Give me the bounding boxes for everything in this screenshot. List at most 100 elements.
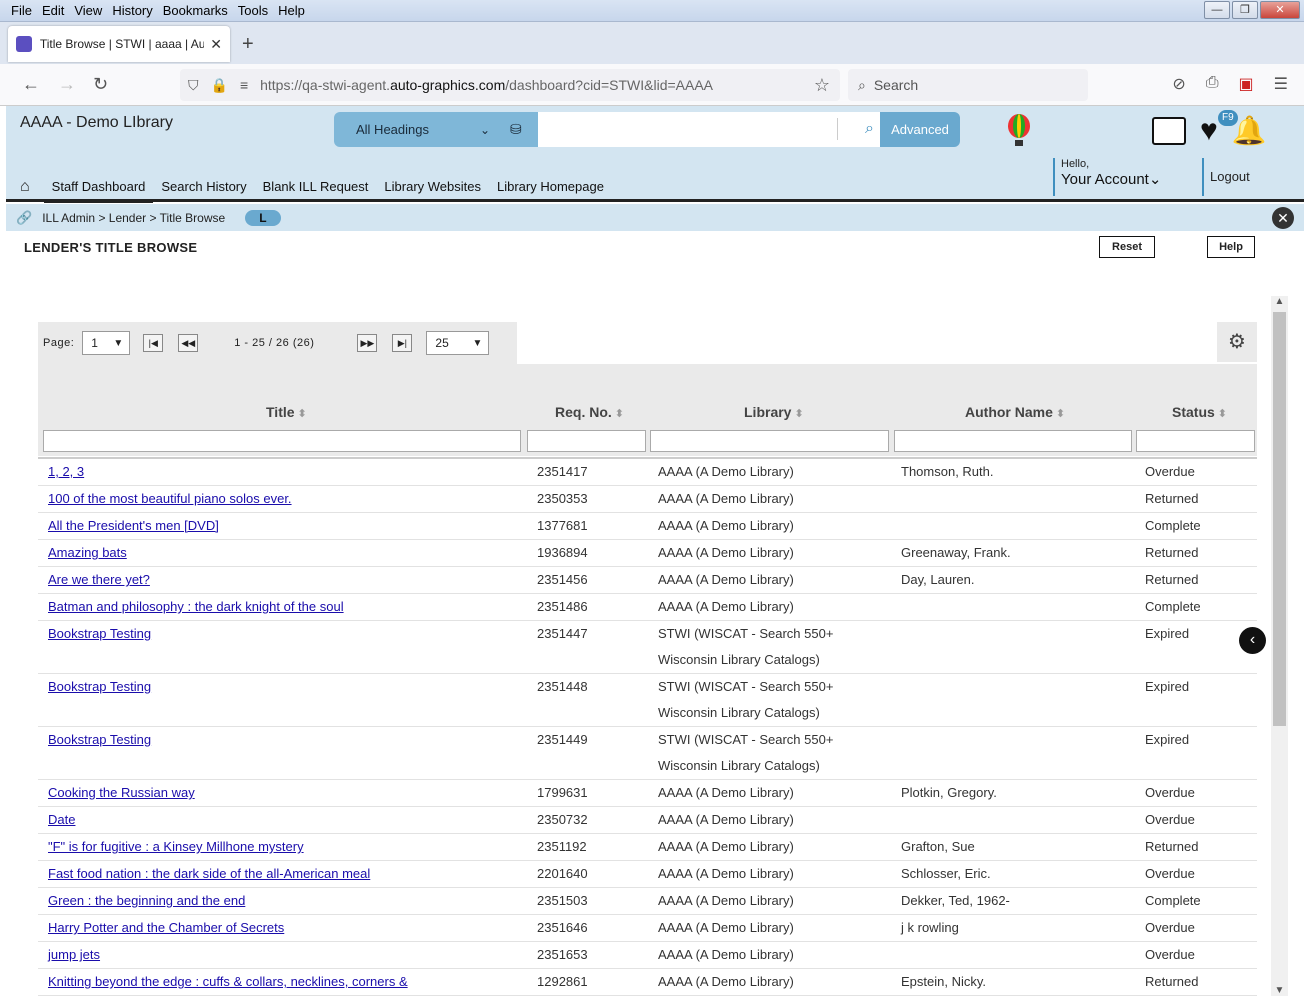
catalog-search-input[interactable]: ⌕ xyxy=(538,112,880,147)
row-title-link[interactable]: "F" is for fugitive : a Kinsey Millhone … xyxy=(48,834,304,860)
next-page-icon[interactable]: ▶▶ xyxy=(357,334,378,352)
menu-bookmarks[interactable]: Bookmarks xyxy=(158,2,233,19)
req-filter-input[interactable] xyxy=(527,430,646,452)
scroll-up-icon[interactable]: ▲ xyxy=(1271,296,1288,307)
hamburger-menu-icon[interactable]: ☰ xyxy=(1274,74,1288,94)
favorites-heart-icon[interactable]: ♥ F9 xyxy=(1200,109,1238,146)
row-library: AAAA (A Demo Library) xyxy=(658,947,794,962)
record-range: 1 - 25 / 26 (26) xyxy=(234,337,315,349)
row-title-link[interactable]: Bookstrap Testing xyxy=(48,674,151,700)
url-bar[interactable]: ⛉ 🔒 ≡ https://qa-stwi-agent. auto-graphic… xyxy=(180,69,840,101)
col-library-header[interactable]: Library ⬍ xyxy=(744,404,804,420)
window-close-button[interactable]: ✕ xyxy=(1260,1,1300,19)
row-title-link[interactable]: Bookstrap Testing xyxy=(48,727,151,753)
status-filter-input[interactable] xyxy=(1136,430,1255,452)
sort-icon[interactable]: ⬍ xyxy=(615,408,624,420)
row-title-link[interactable]: 1, 2, 3 xyxy=(48,459,84,485)
row-title-link[interactable]: Amazing bats xyxy=(48,540,127,566)
sort-icon[interactable]: ⬍ xyxy=(1218,408,1227,420)
title-filter-input[interactable] xyxy=(43,430,521,452)
help-button[interactable]: Help xyxy=(1207,236,1255,258)
extension-icon[interactable]: ▣ xyxy=(1239,74,1254,94)
restore-button[interactable]: ❐ xyxy=(1232,1,1258,19)
reset-button[interactable]: Reset xyxy=(1099,236,1155,258)
close-icon[interactable]: ✕ xyxy=(1272,207,1294,229)
lock-icon[interactable]: 🔒 xyxy=(211,77,228,94)
nav-staff-dashboard[interactable]: Staff Dashboard xyxy=(43,179,154,203)
col-title-header[interactable]: Title ⬍ xyxy=(266,404,307,420)
row-req-no: 2351503 xyxy=(537,893,588,908)
row-req-no: 1936894 xyxy=(537,545,588,560)
row-title-link[interactable]: Batman and philosophy : the dark knight … xyxy=(48,594,344,620)
pocket-icon[interactable]: ⊘ xyxy=(1172,74,1185,94)
browser-tab-active[interactable]: Title Browse | STWI | aaaa | Auto ✕ xyxy=(8,26,230,62)
search-icon[interactable]: ⌕ xyxy=(865,120,874,138)
menu-file[interactable]: File xyxy=(6,2,37,19)
account-menu[interactable]: Hello, Your Account⌄ xyxy=(1053,158,1161,196)
page-select[interactable]: 1 ▼ xyxy=(82,331,131,355)
row-library: AAAA (A Demo Library) xyxy=(658,920,794,935)
menu-help[interactable]: Help xyxy=(273,2,310,19)
nav-blank-ill-request[interactable]: Blank ILL Request xyxy=(255,179,377,194)
author-filter-input[interactable] xyxy=(894,430,1132,452)
new-tab-button[interactable]: + xyxy=(242,33,254,56)
prev-page-icon[interactable]: ◀◀ xyxy=(178,334,199,352)
advanced-search-button[interactable]: Advanced xyxy=(880,112,960,147)
forward-icon[interactable]: → xyxy=(58,74,76,95)
library-filter-input[interactable] xyxy=(650,430,889,452)
table-row: Bookstrap Testing 2351448 STWI (WISCAT - … xyxy=(38,674,1257,727)
scrollbar-thumb[interactable] xyxy=(1273,312,1286,726)
col-author-header[interactable]: Author Name ⬍ xyxy=(965,404,1065,420)
table-row: Knitting beyond the edge : cuffs & colla… xyxy=(38,969,1257,996)
col-status-header[interactable]: Status ⬍ xyxy=(1172,404,1227,420)
row-title-link[interactable]: Green : the beginning and the end xyxy=(48,888,245,914)
row-title-link[interactable]: Fast food nation : the dark side of the … xyxy=(48,861,370,887)
hot-air-balloon-icon[interactable] xyxy=(1006,114,1032,148)
shield-icon[interactable]: ⛉ xyxy=(188,77,199,94)
permissions-icon[interactable]: ≡ xyxy=(240,77,248,93)
bookmark-star-icon[interactable]: ☆ xyxy=(814,75,830,96)
gear-icon[interactable]: ⚙ xyxy=(1217,322,1257,362)
menu-view[interactable]: View xyxy=(69,2,107,19)
header-icons: ♥ F9 🔔 xyxy=(1152,109,1267,147)
row-title-link[interactable]: Knitting beyond the edge : cuffs & colla… xyxy=(48,969,408,995)
nav-search-history[interactable]: Search History xyxy=(153,179,254,194)
row-title-link[interactable]: jump jets xyxy=(48,942,100,968)
row-title-link[interactable]: Cooking the Russian way xyxy=(48,780,195,806)
vertical-scrollbar[interactable]: ▲ ▼ xyxy=(1271,296,1288,996)
menu-bar: File Edit View History Bookmarks Tools H… xyxy=(6,2,310,19)
print-icon[interactable]: ⎙ xyxy=(1206,74,1219,94)
browser-search-box[interactable]: ⌕ Search xyxy=(848,69,1088,101)
back-icon[interactable]: ← xyxy=(22,74,40,95)
row-title-link[interactable]: Date xyxy=(48,807,75,833)
window-titlebar: File Edit View History Bookmarks Tools H… xyxy=(0,0,1304,22)
breadcrumb-path[interactable]: ILL Admin > Lender > Title Browse xyxy=(42,211,225,225)
first-page-icon[interactable]: |◀ xyxy=(143,334,164,352)
row-title-link[interactable]: Bookstrap Testing xyxy=(48,621,151,647)
per-page-select[interactable]: 25 ▼ xyxy=(426,331,490,355)
chevron-left-icon[interactable]: ‹ xyxy=(1239,627,1266,654)
sort-icon[interactable]: ⬍ xyxy=(794,408,803,420)
menu-tools[interactable]: Tools xyxy=(233,2,273,19)
home-icon[interactable]: ⌂ xyxy=(20,178,30,196)
row-title-link[interactable]: All the President's men [DVD] xyxy=(48,513,219,539)
minimize-button[interactable]: — xyxy=(1204,1,1230,19)
col-req-header[interactable]: Req. No. ⬍ xyxy=(555,404,624,420)
nav-library-websites[interactable]: Library Websites xyxy=(376,179,489,194)
row-title-link[interactable]: Harry Potter and the Chamber of Secrets xyxy=(48,915,284,941)
reload-icon[interactable]: ↻ xyxy=(93,74,108,95)
list-icon[interactable] xyxy=(1152,116,1186,145)
sort-icon[interactable]: ⬍ xyxy=(298,408,307,420)
heading-select[interactable]: All Headings ⌄ ⛁ xyxy=(334,112,538,147)
row-title-link[interactable]: Are we there yet? xyxy=(48,567,150,593)
logout-link[interactable]: Logout xyxy=(1202,158,1250,196)
tab-close-icon[interactable]: ✕ xyxy=(210,36,222,53)
scroll-down-icon[interactable]: ▼ xyxy=(1271,985,1288,996)
sort-icon[interactable]: ⬍ xyxy=(1056,408,1065,420)
database-icon[interactable]: ⛁ xyxy=(510,121,522,138)
row-title-link[interactable]: 100 of the most beautiful piano solos ev… xyxy=(48,486,292,512)
last-page-icon[interactable]: ▶| xyxy=(392,334,413,352)
menu-edit[interactable]: Edit xyxy=(37,2,69,19)
menu-history[interactable]: History xyxy=(107,2,157,19)
nav-library-homepage[interactable]: Library Homepage xyxy=(489,179,612,194)
